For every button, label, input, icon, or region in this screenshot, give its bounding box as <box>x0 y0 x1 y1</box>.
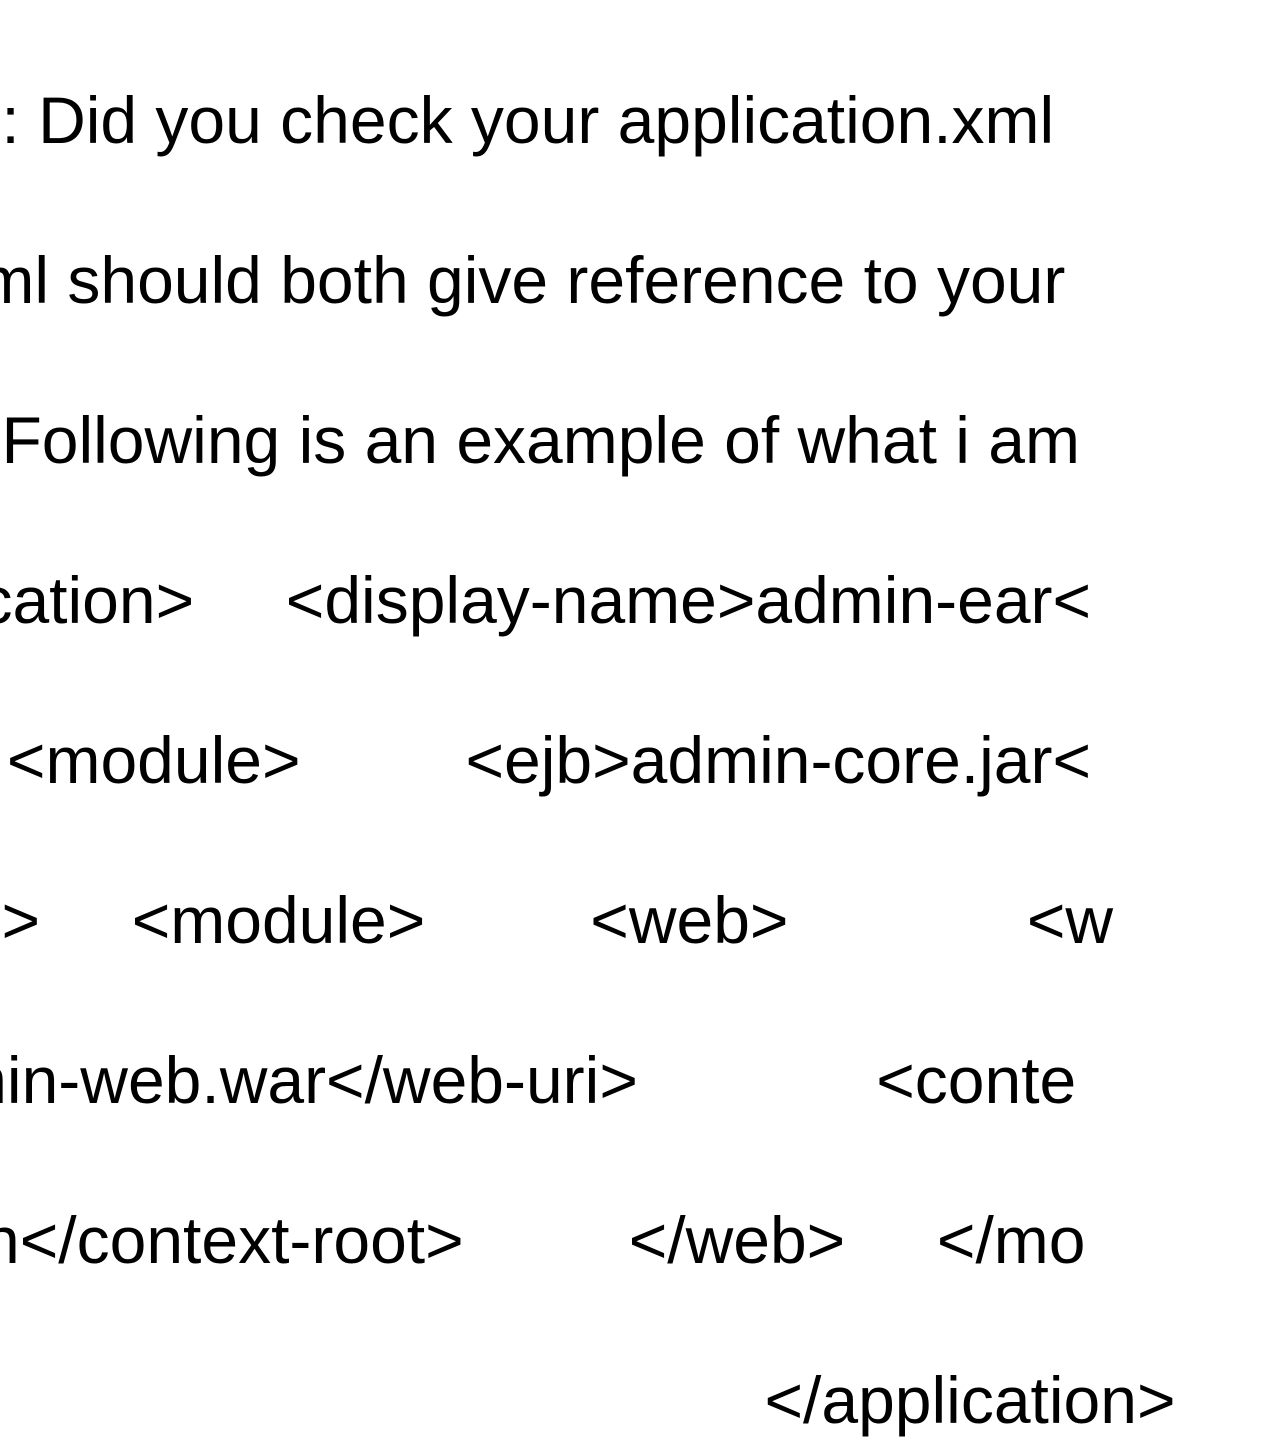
text-line-9: </application> <box>0 1360 1280 1440</box>
text-line-8: admin</context-root> </web> </mo <box>0 1200 1280 1280</box>
text-line-1: wer 4: Did you check your application.xm… <box>0 80 1280 160</box>
text-line-6: odule> <module> <web> <w <box>0 880 1280 960</box>
text-line-2: ion.xml should both give reference to yo… <box>0 240 1280 320</box>
text-line-3: dule. Following is an example of what i … <box>0 400 1280 480</box>
text-line-4: application> <display-name>admin-ear< <box>0 560 1280 640</box>
text-line-5: e> <module> <ejb>admin-core.jar< <box>0 720 1280 800</box>
text-line-7: >admin-web.war</web-uri> <conte <box>0 1040 1280 1120</box>
document-text: wer 4: Did you check your application.xm… <box>0 0 1280 1440</box>
